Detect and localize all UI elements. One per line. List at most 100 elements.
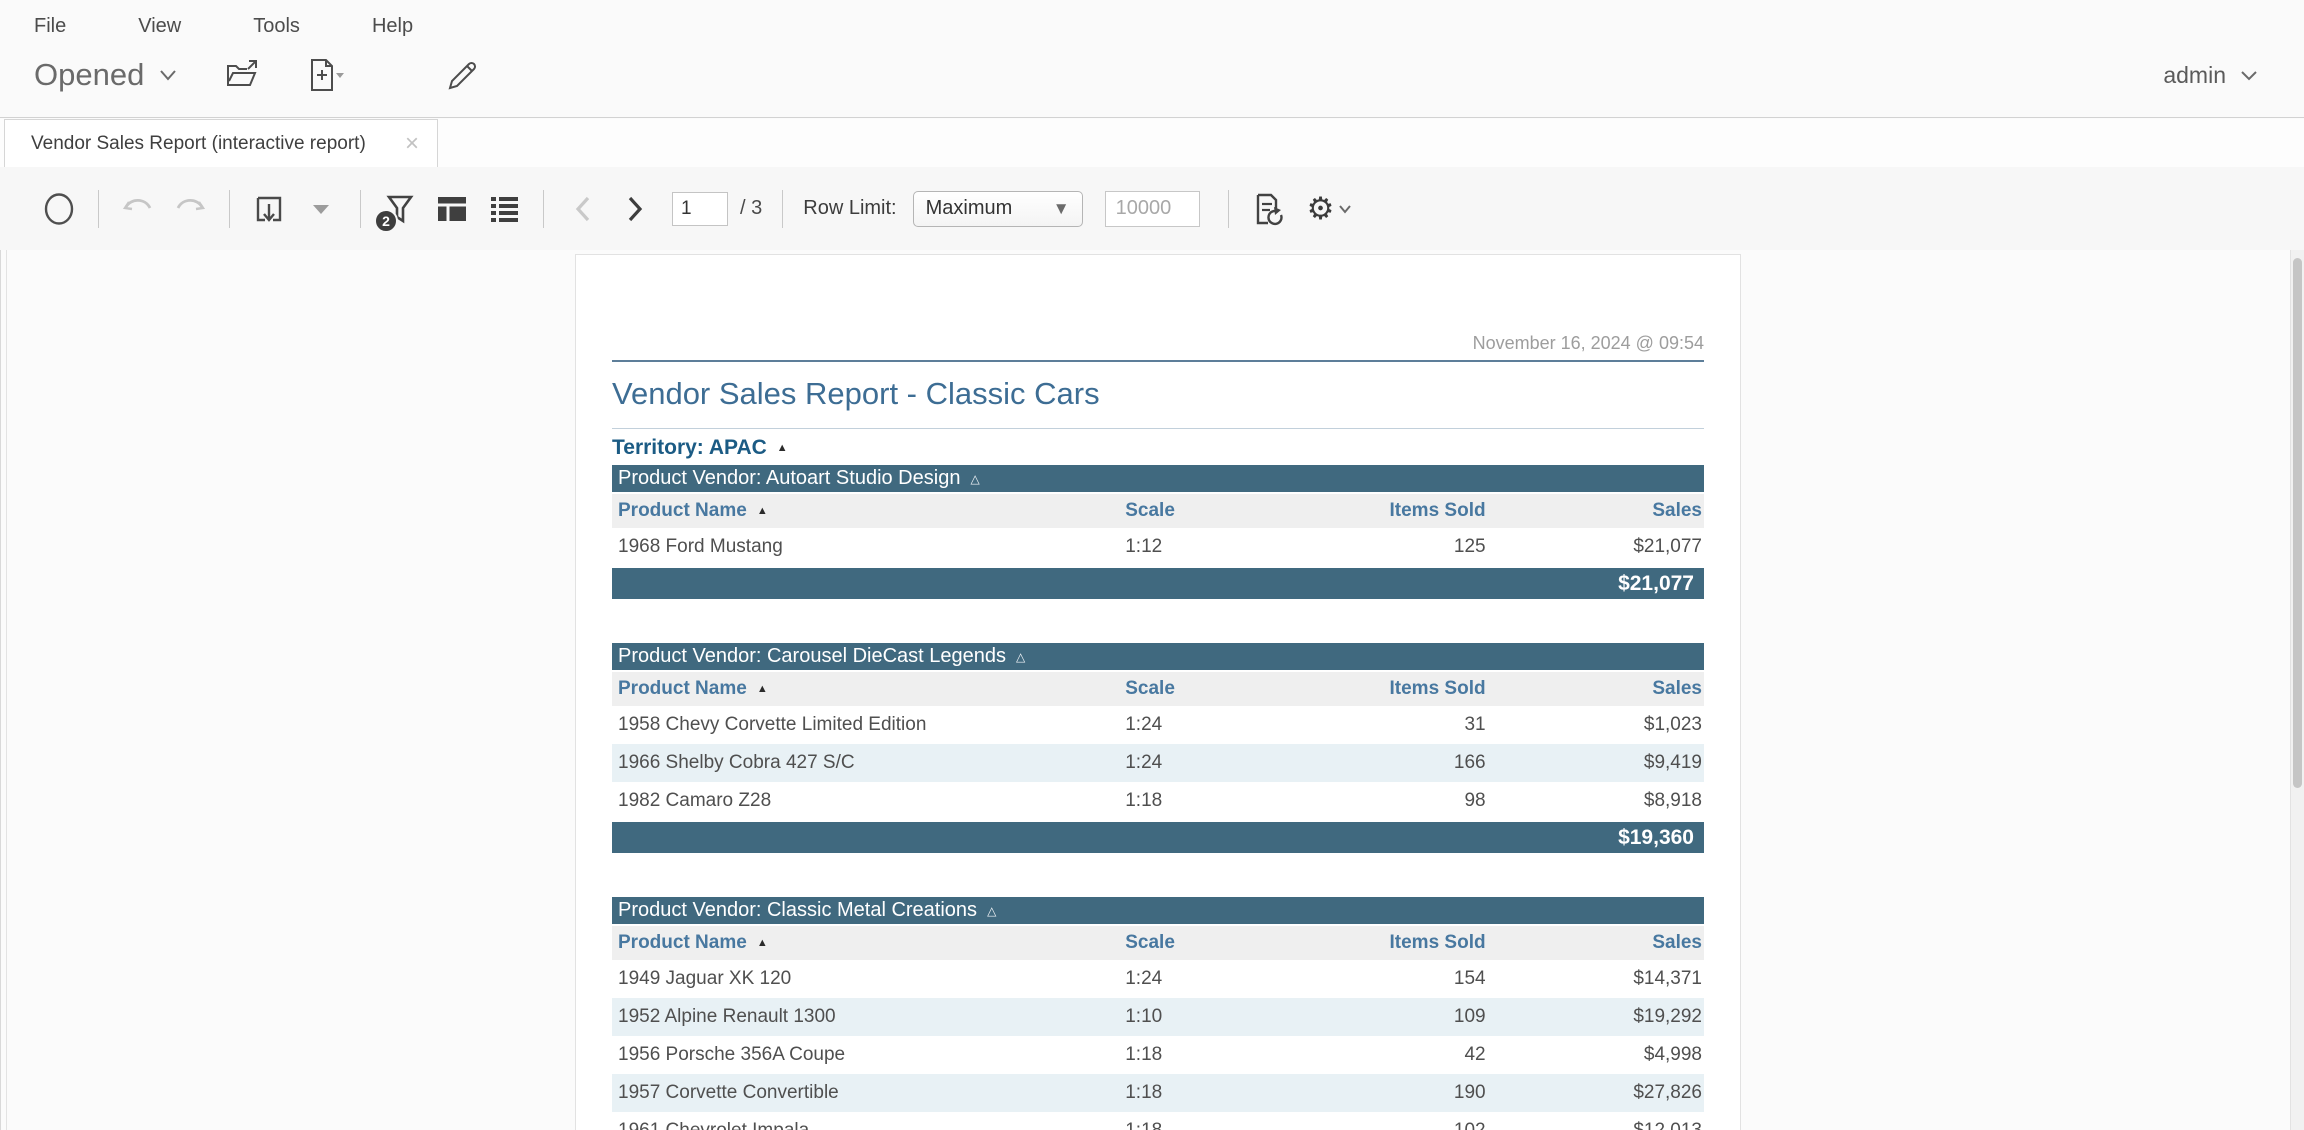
table-row: 1968 Ford Mustang1:12125$21,077 <box>612 528 1704 566</box>
new-report-button[interactable] <box>306 58 346 92</box>
cell-product-name: 1982 Camaro Z28 <box>612 790 1125 812</box>
table-row: 1982 Camaro Z281:1898$8,918 <box>612 782 1704 820</box>
group-collapse-icon[interactable]: △ <box>970 472 979 486</box>
territory-label: Territory: APAC <box>612 436 767 460</box>
cell-product-name: 1968 Ford Mustang <box>612 536 1125 558</box>
vendor-group-label: Product Vendor: Carousel DieCast Legends <box>618 645 1006 668</box>
cell-items-sold: 125 <box>1300 536 1486 558</box>
group-total-row: $21,077 <box>612 568 1704 599</box>
menu-tools[interactable]: Tools <box>253 15 300 38</box>
user-menu[interactable]: admin <box>2163 62 2258 89</box>
report-timestamp: November 16, 2024 @ 09:54 <box>612 333 1704 354</box>
table-row: 1956 Porsche 356A Coupe1:1842$4,998 <box>612 1036 1704 1074</box>
column-header-label: Product Name <box>618 500 747 522</box>
column-header-row: Product Name▲ScaleItems SoldSales <box>612 494 1704 528</box>
table-row: 1957 Corvette Convertible1:18190$27,826 <box>612 1074 1704 1112</box>
cell-items-sold: 166 <box>1300 752 1486 774</box>
cell-sales: $1,023 <box>1486 714 1704 736</box>
vertical-scrollbar[interactable] <box>2290 250 2304 1130</box>
vendor-group-band[interactable]: Product Vendor: Classic Metal Creations △ <box>612 897 1704 924</box>
vendor-group: Product Vendor: Classic Metal Creations △… <box>612 897 1704 1130</box>
toolbar-divider <box>543 190 544 228</box>
table-row: 1952 Alpine Renault 13001:10109$19,292 <box>612 998 1704 1036</box>
export-button[interactable] <box>250 187 288 231</box>
vendor-group-band[interactable]: Product Vendor: Carousel DieCast Legends… <box>612 643 1704 670</box>
current-page-input[interactable] <box>672 192 728 226</box>
column-header-product-name[interactable]: Product Name▲ <box>612 500 1125 522</box>
column-header-scale[interactable]: Scale <box>1125 678 1300 700</box>
tab-close-icon[interactable]: × <box>405 130 419 158</box>
cell-product-name: 1956 Porsche 356A Coupe <box>612 1044 1125 1066</box>
next-page-button[interactable] <box>616 187 654 231</box>
row-count-input[interactable] <box>1105 191 1200 227</box>
chevron-down-icon <box>2240 70 2258 82</box>
cell-scale: 1:18 <box>1125 1082 1300 1104</box>
chevron-right-icon <box>626 195 644 223</box>
toolbar-divider <box>98 190 99 228</box>
report-toolbar: 2 / 3 Row Limit: Maximum <box>0 167 2304 250</box>
tab-vendor-sales-report[interactable]: Vendor Sales Report (interactive report)… <box>4 119 438 167</box>
group-collapse-icon[interactable]: △ <box>1016 650 1025 664</box>
scrollbar-thumb[interactable] <box>2293 258 2302 788</box>
settings-button[interactable]: ⚙ <box>1307 187 1353 231</box>
vendor-group-band[interactable]: Product Vendor: Autoart Studio Design△ <box>612 465 1704 492</box>
export-options-caret[interactable] <box>302 187 340 231</box>
bookmarks-list-button[interactable] <box>485 187 523 231</box>
column-header-scale[interactable]: Scale <box>1125 500 1300 522</box>
menu-view[interactable]: View <box>138 15 181 38</box>
toolbar-divider <box>360 190 361 228</box>
open-folder-button[interactable] <box>224 59 260 91</box>
column-header-items-sold[interactable]: Items Sold <box>1300 932 1486 954</box>
column-header-scale[interactable]: Scale <box>1125 932 1300 954</box>
opened-label: Opened <box>34 57 144 93</box>
edit-report-button[interactable] <box>446 58 480 92</box>
cell-items-sold: 102 <box>1300 1120 1486 1130</box>
column-header-sales[interactable]: Sales <box>1486 678 1704 700</box>
column-header-product-name[interactable]: Product Name▲ <box>612 932 1125 954</box>
chevron-down-icon <box>158 68 178 82</box>
column-header-row: Product Name▲ScaleItems SoldSales <box>612 926 1704 960</box>
cell-scale: 1:24 <box>1125 714 1300 736</box>
cell-sales: $19,292 <box>1486 1006 1704 1028</box>
column-header-items-sold[interactable]: Items Sold <box>1300 500 1486 522</box>
menu-help[interactable]: Help <box>372 15 413 38</box>
group-collapse-icon[interactable]: △ <box>987 904 996 918</box>
toolbar-divider <box>1228 190 1229 228</box>
cell-product-name: 1949 Jaguar XK 120 <box>612 968 1125 990</box>
vendor-group-label: Product Vendor: Classic Metal Creations <box>618 899 977 922</box>
group-total-value: $21,077 <box>1618 572 1694 596</box>
column-header-sales[interactable]: Sales <box>1486 500 1704 522</box>
circle-icon <box>43 192 75 226</box>
redo-button[interactable] <box>171 187 209 231</box>
territory-group-header[interactable]: Territory: APAC ▲ <box>612 435 1704 461</box>
caret-down-icon <box>312 203 330 215</box>
application-header: File View Tools Help Opened <box>0 0 2304 118</box>
cell-scale: 1:24 <box>1125 968 1300 990</box>
column-header-items-sold[interactable]: Items Sold <box>1300 678 1486 700</box>
undo-button[interactable] <box>119 187 157 231</box>
opened-dropdown[interactable]: Opened <box>34 57 178 93</box>
layout-panel-button[interactable] <box>433 187 471 231</box>
menu-file[interactable]: File <box>34 15 66 38</box>
filters-button[interactable]: 2 <box>381 187 419 231</box>
collapse-arrow-icon[interactable]: ▲ <box>777 442 788 454</box>
previous-page-button[interactable] <box>564 187 602 231</box>
cell-items-sold: 109 <box>1300 1006 1486 1028</box>
column-header-label: Product Name <box>618 932 747 954</box>
sort-ascending-icon: ▲ <box>757 683 768 695</box>
report-page: November 16, 2024 @ 09:54 Vendor Sales R… <box>575 254 1741 1130</box>
table-row: 1949 Jaguar XK 1201:24154$14,371 <box>612 960 1704 998</box>
column-header-product-name[interactable]: Product Name▲ <box>612 678 1125 700</box>
cell-sales: $27,826 <box>1486 1082 1704 1104</box>
spinner-button[interactable] <box>40 187 78 231</box>
gear-icon: ⚙ <box>1307 193 1335 224</box>
cell-scale: 1:10 <box>1125 1006 1300 1028</box>
report-title: Vendor Sales Report - Classic Cars <box>612 376 1704 412</box>
cell-sales: $12,013 <box>1486 1120 1704 1130</box>
row-limit-select[interactable]: Maximum ▼ <box>913 191 1083 227</box>
refresh-report-button[interactable] <box>1249 187 1287 231</box>
column-header-sales[interactable]: Sales <box>1486 932 1704 954</box>
row-limit-label: Row Limit: <box>803 197 896 220</box>
table-row: 1966 Shelby Cobra 427 S/C1:24166$9,419 <box>612 744 1704 782</box>
cell-product-name: 1966 Shelby Cobra 427 S/C <box>612 752 1125 774</box>
